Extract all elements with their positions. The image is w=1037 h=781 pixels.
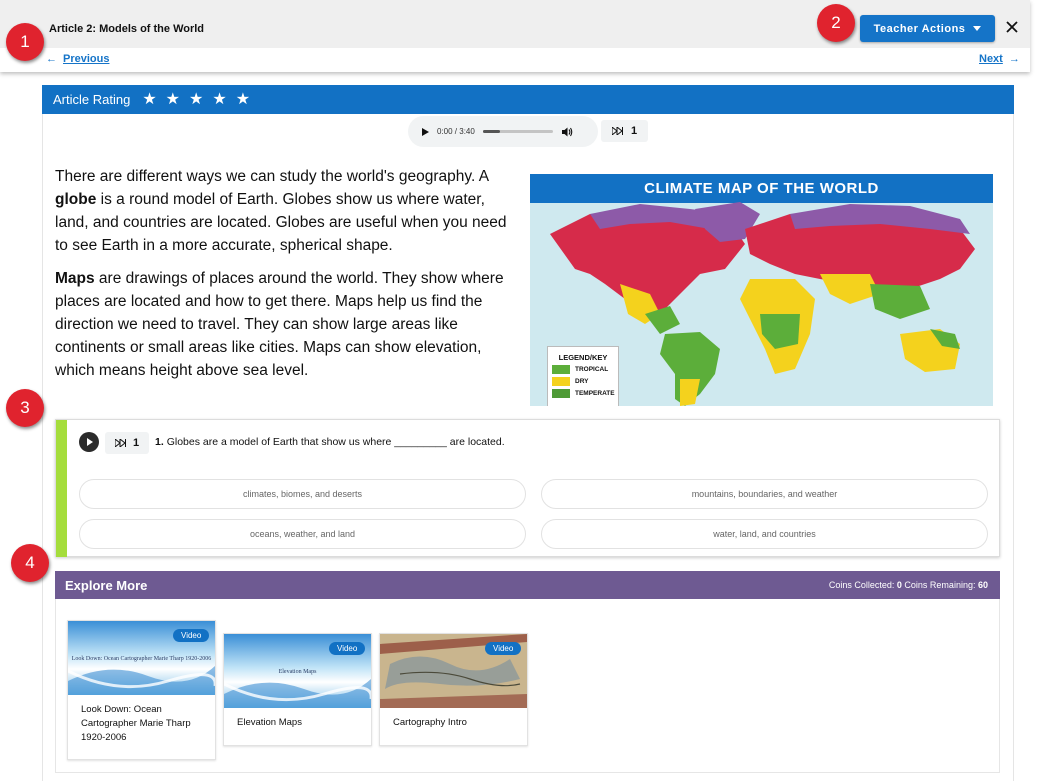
next-link[interactable]: Next → bbox=[979, 53, 1020, 65]
paragraph-globe: There are different ways we can study th… bbox=[55, 165, 520, 257]
play-icon[interactable] bbox=[422, 127, 429, 136]
annotation-badge-4: 4 bbox=[11, 544, 49, 582]
star-icon[interactable]: ★ bbox=[236, 91, 250, 108]
coins-status: Coins Collected: 0 Coins Remaining: 60 bbox=[829, 580, 988, 590]
annotation-badge-2: 2 bbox=[817, 4, 855, 42]
top-bar: Article 2: Models of the World Teacher A… bbox=[0, 0, 1030, 72]
paragraph-text: are drawings of places around the world.… bbox=[55, 270, 504, 379]
volume-icon[interactable] bbox=[561, 126, 573, 138]
audio-progress-fill bbox=[482, 130, 500, 133]
video-badge: Video bbox=[329, 642, 366, 655]
previous-label: Previous bbox=[63, 53, 110, 65]
video-card-title: Look Down: Ocean Cartographer Marie Thar… bbox=[81, 704, 191, 743]
legend-label: DRY bbox=[575, 378, 589, 385]
audio-time: 0:00 / 3:40 bbox=[437, 127, 475, 136]
video-card-title: Cartography Intro bbox=[393, 717, 467, 728]
question-text: 1. Globes are a model of Earth that show… bbox=[155, 436, 505, 448]
video-badge: Video bbox=[485, 642, 522, 655]
legend-item: DRY bbox=[552, 377, 618, 386]
thumbnail-caption: Look Down: Ocean Cartographer Marie Thar… bbox=[71, 656, 212, 662]
paragraph-text: is a round model of Earth. Globes show u… bbox=[55, 191, 507, 254]
coins-remaining-value: 60 bbox=[977, 580, 988, 590]
legend-item: TEMPERATE bbox=[552, 389, 618, 398]
previous-link[interactable]: ← Previous bbox=[46, 53, 109, 65]
star-icon[interactable]: ★ bbox=[212, 91, 226, 108]
answer-option[interactable]: mountains, boundaries, and weather bbox=[541, 479, 988, 509]
bold-term-globe: globe bbox=[55, 191, 97, 208]
question-speed-button[interactable]: 1 bbox=[105, 432, 149, 454]
audio-progress-bar[interactable] bbox=[482, 130, 553, 133]
coins-remaining-label: Coins Remaining: bbox=[904, 580, 976, 590]
legend-title: LEGEND/KEY bbox=[558, 353, 608, 362]
fast-forward-icon bbox=[611, 127, 623, 135]
star-icon[interactable]: ★ bbox=[142, 91, 156, 108]
article-rating-bar: Article Rating ★ ★ ★ ★ ★ bbox=[42, 85, 1014, 114]
answer-option[interactable]: oceans, weather, and land bbox=[79, 519, 526, 549]
close-icon[interactable] bbox=[1003, 18, 1021, 36]
coins-collected-label: Coins Collected: bbox=[828, 580, 895, 590]
video-card-title: Elevation Maps bbox=[237, 717, 302, 728]
question-accent-bar bbox=[56, 420, 67, 557]
video-card[interactable]: Elevation Maps Video Elevation Maps bbox=[223, 633, 372, 746]
video-card[interactable]: Video Cartography Intro bbox=[379, 633, 528, 746]
explore-more-bar: Explore More Coins Collected: 0 Coins Re… bbox=[55, 571, 1000, 599]
audio-speed-button[interactable]: 1 bbox=[601, 120, 648, 142]
star-icon[interactable]: ★ bbox=[166, 91, 180, 108]
legend-swatch bbox=[552, 365, 570, 374]
annotation-badge-1: 1 bbox=[6, 23, 44, 61]
answer-option[interactable]: climates, biomes, and deserts bbox=[79, 479, 526, 509]
article-title: Article 2: Models of the World bbox=[49, 23, 205, 35]
paragraph-maps: Maps are drawings of places around the w… bbox=[55, 267, 520, 382]
legend-item: TROPICAL bbox=[552, 365, 618, 374]
question-number: 1. bbox=[155, 436, 164, 448]
climate-map-image: CLIMATE MAP OF THE WORLD LEGEND/KEY TROP… bbox=[530, 174, 993, 406]
question-play-button[interactable] bbox=[79, 432, 99, 452]
bold-term-maps: Maps bbox=[55, 270, 95, 287]
caret-down-icon bbox=[973, 26, 982, 31]
annotation-badge-3: 3 bbox=[6, 389, 44, 427]
article-body: There are different ways we can study th… bbox=[55, 165, 520, 392]
legend-swatch bbox=[552, 389, 570, 398]
legend-swatch bbox=[552, 377, 570, 386]
play-icon bbox=[87, 438, 93, 446]
article-rating-label: Article Rating bbox=[53, 92, 131, 107]
video-badge: Video bbox=[173, 629, 210, 642]
map-legend: LEGEND/KEY TROPICAL DRY TEMPERATE bbox=[547, 346, 619, 406]
teacher-actions-button[interactable]: Teacher Actions bbox=[860, 15, 995, 42]
video-card[interactable]: Look Down: Ocean Cartographer Marie Thar… bbox=[67, 620, 216, 760]
star-icon[interactable]: ★ bbox=[189, 91, 203, 108]
explore-more-title: Explore More bbox=[65, 577, 148, 593]
question-card: 1 1. Globes are a model of Earth that sh… bbox=[55, 419, 1000, 557]
audio-player: 0:00 / 3:40 bbox=[408, 116, 598, 147]
audio-speed-value: 1 bbox=[630, 125, 638, 137]
paragraph-text: There are different ways we can study th… bbox=[55, 168, 489, 185]
fast-forward-icon bbox=[114, 439, 126, 447]
arrow-left-icon: ← bbox=[46, 53, 57, 65]
question-speed-value: 1 bbox=[132, 437, 140, 449]
question-prompt: Globes are a model of Earth that show us… bbox=[166, 436, 505, 448]
teacher-actions-label: Teacher Actions bbox=[873, 22, 966, 35]
arrow-right-icon: → bbox=[1008, 53, 1020, 65]
next-label: Next bbox=[979, 53, 1003, 65]
legend-label: TROPICAL bbox=[575, 366, 609, 373]
answer-option[interactable]: water, land, and countries bbox=[541, 519, 988, 549]
legend-label: TEMPERATE bbox=[575, 390, 615, 397]
thumbnail-caption: Elevation Maps bbox=[278, 669, 317, 675]
coins-collected-value: 0 bbox=[896, 580, 902, 590]
